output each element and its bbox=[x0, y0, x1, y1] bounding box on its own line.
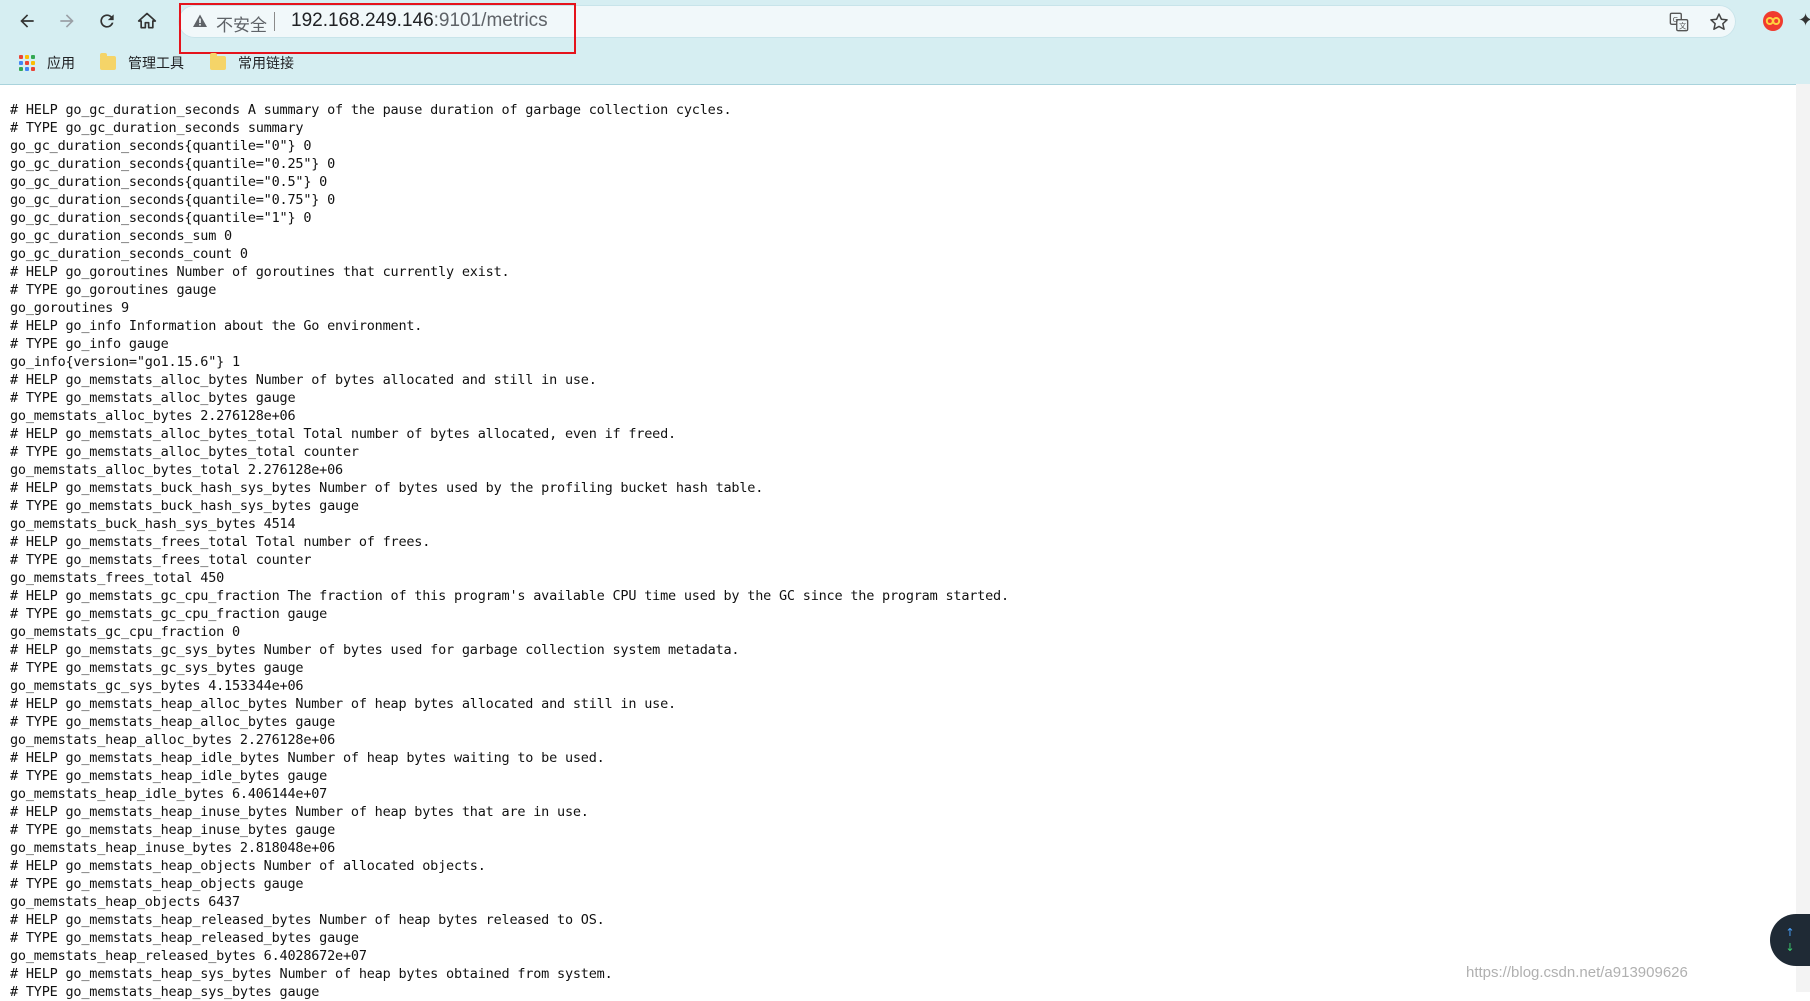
metrics-line: # TYPE go_memstats_heap_idle_bytes gauge bbox=[10, 768, 328, 784]
star-icon bbox=[1710, 13, 1728, 30]
watermark: https://blog.csdn.net/a913909626 bbox=[1466, 964, 1688, 981]
metrics-line: go_memstats_heap_idle_bytes 6.406144e+07 bbox=[10, 786, 328, 802]
metrics-line: go_memstats_alloc_bytes_total 2.276128e+… bbox=[10, 462, 343, 478]
metrics-line: # HELP go_memstats_gc_sys_bytes Number o… bbox=[10, 642, 740, 658]
metrics-line: go_goroutines 9 bbox=[10, 300, 129, 316]
arrow-right-icon bbox=[60, 14, 74, 28]
metrics-line: # TYPE go_memstats_buck_hash_sys_bytes g… bbox=[10, 498, 359, 514]
metrics-line: go_gc_duration_seconds_sum 0 bbox=[10, 228, 232, 244]
metrics-line: go_memstats_gc_cpu_fraction 0 bbox=[10, 624, 240, 640]
metrics-line: # TYPE go_memstats_heap_alloc_bytes gaug… bbox=[10, 714, 336, 730]
metrics-line: # TYPE go_goroutines gauge bbox=[10, 282, 217, 298]
svg-text:文: 文 bbox=[1679, 21, 1687, 30]
metrics-line: # HELP go_info Information about the Go … bbox=[10, 318, 423, 334]
metrics-line: go_gc_duration_seconds{quantile="0.75"} … bbox=[10, 192, 336, 208]
metrics-line: go_gc_duration_seconds{quantile="0"} 0 bbox=[10, 138, 312, 154]
metrics-line: # HELP go_memstats_gc_cpu_fraction The f… bbox=[10, 588, 1009, 604]
browser-toolbar: 不安全 192.168.249.146:9101/metrics G文 ✦ bbox=[0, 0, 1810, 54]
metrics-line: go_memstats_frees_total 450 bbox=[10, 570, 225, 586]
metrics-line: # HELP go_memstats_alloc_bytes Number of… bbox=[10, 372, 597, 388]
metrics-line: # HELP go_memstats_heap_alloc_bytes Numb… bbox=[10, 696, 676, 712]
metrics-line: # TYPE go_memstats_heap_objects gauge bbox=[10, 876, 304, 892]
scroll-down-arrow-icon[interactable]: ↓ bbox=[1785, 942, 1794, 953]
security-status-label[interactable]: 不安全 bbox=[216, 11, 267, 36]
metrics-line: # TYPE go_gc_duration_seconds summary bbox=[10, 120, 304, 136]
metrics-line: # HELP go_memstats_heap_inuse_bytes Numb… bbox=[10, 804, 589, 820]
home-icon bbox=[137, 12, 157, 29]
folder-icon bbox=[210, 53, 226, 70]
bookmark-label: 应用 bbox=[47, 56, 75, 72]
browser-chrome: 不安全 192.168.249.146:9101/metrics G文 ✦ 应用 bbox=[0, 0, 1810, 85]
metrics-line: go_memstats_heap_alloc_bytes 2.276128e+0… bbox=[10, 732, 336, 748]
url-host: 192.168.249.146 bbox=[291, 10, 434, 31]
metrics-line: # HELP go_memstats_heap_idle_bytes Numbe… bbox=[10, 750, 605, 766]
metrics-line: # TYPE go_memstats_heap_released_bytes g… bbox=[10, 930, 359, 946]
omnibox-separator bbox=[274, 12, 275, 31]
extension-icon[interactable] bbox=[1762, 10, 1784, 32]
metrics-line: # TYPE go_info gauge bbox=[10, 336, 169, 352]
metrics-line: go_memstats_heap_objects 6437 bbox=[10, 894, 240, 910]
metrics-line: go_memstats_alloc_bytes 2.276128e+06 bbox=[10, 408, 296, 424]
metrics-line: # TYPE go_memstats_heap_inuse_bytes gaug… bbox=[10, 822, 336, 838]
home-button[interactable] bbox=[131, 5, 163, 37]
metrics-line: # TYPE go_memstats_frees_total counter bbox=[10, 552, 312, 568]
metrics-line: # HELP go_memstats_alloc_bytes_total Tot… bbox=[10, 426, 676, 442]
metrics-line: # TYPE go_memstats_gc_sys_bytes gauge bbox=[10, 660, 304, 676]
bookmark-star-button[interactable] bbox=[1708, 11, 1730, 33]
bookmark-label: 常用链接 bbox=[238, 56, 294, 72]
metrics-line: # HELP go_memstats_frees_total Total num… bbox=[10, 534, 431, 550]
reload-icon bbox=[100, 14, 114, 28]
translate-icon: G文 bbox=[1669, 12, 1689, 32]
metrics-line: go_memstats_heap_inuse_bytes 2.818048e+0… bbox=[10, 840, 336, 856]
metrics-line: go_gc_duration_seconds{quantile="1"} 0 bbox=[10, 210, 312, 226]
metrics-line: # HELP go_gc_duration_seconds A summary … bbox=[10, 102, 732, 118]
metrics-line: go_gc_duration_seconds{quantile="0.5"} 0 bbox=[10, 174, 328, 190]
metrics-text-body: # HELP go_gc_duration_seconds A summary … bbox=[10, 101, 1770, 1001]
metrics-line: go_memstats_buck_hash_sys_bytes 4514 bbox=[10, 516, 296, 532]
metrics-line: # HELP go_memstats_heap_released_bytes N… bbox=[10, 912, 605, 928]
metrics-line: # HELP go_goroutines Number of goroutine… bbox=[10, 264, 510, 280]
metrics-line: go_memstats_gc_sys_bytes 4.153344e+06 bbox=[10, 678, 304, 694]
reload-button[interactable] bbox=[91, 5, 123, 37]
metrics-line: go_memstats_heap_released_bytes 6.402867… bbox=[10, 948, 367, 964]
svg-text:G: G bbox=[1673, 15, 1679, 24]
scroll-up-arrow-icon[interactable]: ↑ bbox=[1785, 927, 1794, 938]
metrics-line: go_gc_duration_seconds{quantile="0.25"} … bbox=[10, 156, 336, 172]
translate-button[interactable]: G文 bbox=[1668, 11, 1690, 33]
back-button[interactable] bbox=[11, 5, 43, 37]
bookmarks-bar: 应用 管理工具 常用链接 bbox=[0, 44, 1810, 82]
address-bar[interactable]: 不安全 192.168.249.146:9101/metrics G文 bbox=[178, 5, 1736, 38]
arrow-left-icon bbox=[20, 14, 34, 28]
forward-button[interactable] bbox=[51, 5, 83, 37]
metrics-line: # TYPE go_memstats_alloc_bytes gauge bbox=[10, 390, 296, 406]
puzzle-extension-icon[interactable]: ✦ bbox=[1798, 10, 1810, 32]
metrics-line: go_gc_duration_seconds_count 0 bbox=[10, 246, 248, 262]
bookmark-label: 管理工具 bbox=[128, 56, 184, 72]
scroll-widget[interactable]: ↑ ↓ bbox=[1770, 914, 1810, 966]
url-text[interactable]: 192.168.249.146:9101/metrics bbox=[291, 10, 548, 32]
metrics-line: go_info{version="go1.15.6"} 1 bbox=[10, 354, 240, 370]
metrics-line: # TYPE go_memstats_heap_sys_bytes gauge bbox=[10, 984, 320, 1000]
url-path: :9101/metrics bbox=[433, 10, 548, 31]
warning-triangle-icon bbox=[193, 14, 207, 27]
metrics-line: # HELP go_memstats_buck_hash_sys_bytes N… bbox=[10, 480, 764, 496]
page-scrollbar[interactable] bbox=[1796, 84, 1810, 992]
apps-grid-icon bbox=[19, 55, 35, 71]
metrics-line: # TYPE go_memstats_gc_cpu_fraction gauge bbox=[10, 606, 328, 622]
bookmark-apps[interactable]: 应用 bbox=[19, 50, 75, 76]
metrics-line: # TYPE go_memstats_alloc_bytes_total cou… bbox=[10, 444, 359, 460]
metrics-line: # HELP go_memstats_heap_objects Number o… bbox=[10, 858, 486, 874]
bookmark-folder-admin-tools[interactable]: 管理工具 bbox=[100, 50, 184, 76]
folder-icon bbox=[100, 53, 116, 70]
bookmark-folder-common-links[interactable]: 常用链接 bbox=[210, 50, 294, 76]
